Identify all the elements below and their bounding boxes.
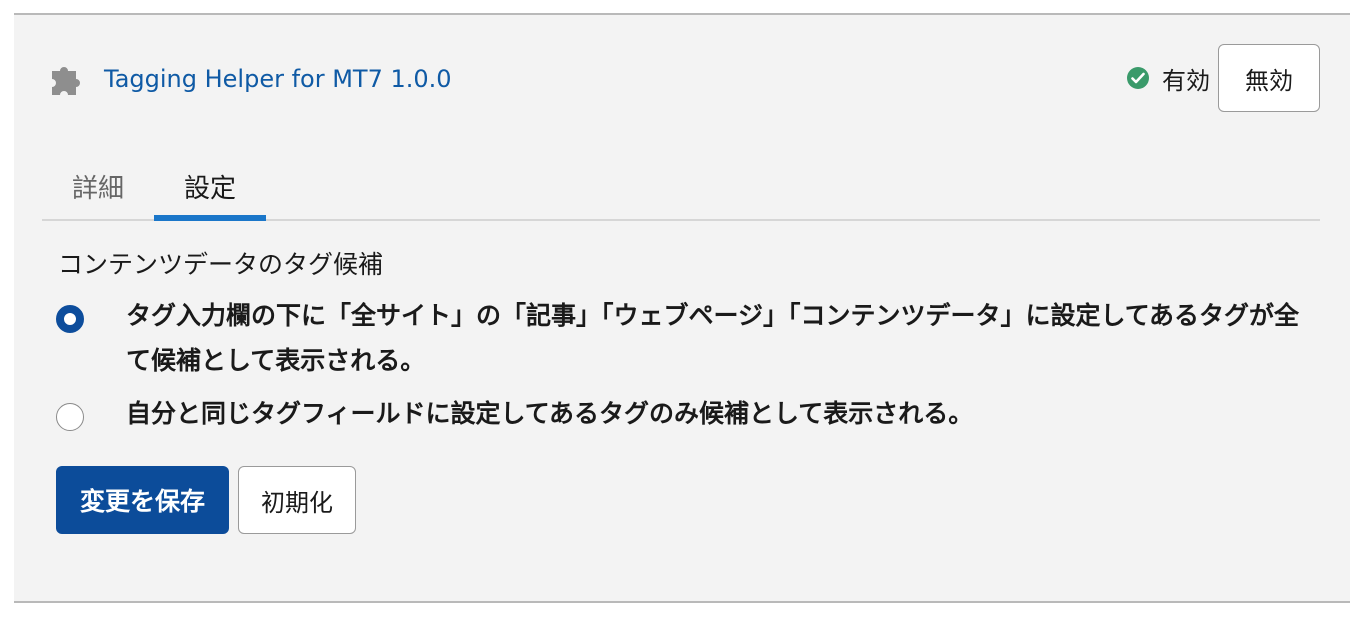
option-label: 自分と同じタグフィールドに設定してあるタグのみ候補として表示される。 xyxy=(126,399,974,428)
radio-button-checked[interactable] xyxy=(56,305,84,333)
status-text: 有効 xyxy=(1162,66,1210,95)
tab-details[interactable]: 詳細 xyxy=(56,153,140,219)
tab-settings[interactable]: 設定 xyxy=(154,153,266,221)
plugin-panel: Tagging Helper for MT7 1.0.0 有効 無効 詳細 設定… xyxy=(14,13,1350,603)
section-title: コンテンツデータのタグ候補 xyxy=(58,250,384,279)
save-button[interactable]: 変更を保存 xyxy=(56,466,230,534)
radio-button-unchecked[interactable] xyxy=(56,403,84,431)
disable-button[interactable]: 無効 xyxy=(1218,44,1320,112)
tag-candidate-option-all[interactable]: タグ入力欄の下に「全サイト」の「記事」「ウェブページ」「コンテンツデータ」に設定… xyxy=(56,301,1306,383)
check-circle-icon xyxy=(1126,66,1150,90)
option-label: タグ入力欄の下に「全サイト」の「記事」「ウェブページ」「コンテンツデータ」に設定… xyxy=(126,301,1300,375)
reset-button[interactable]: 初期化 xyxy=(238,466,357,534)
tab-bar: 詳細 設定 xyxy=(42,153,1320,221)
form-actions: 変更を保存 初期化 xyxy=(56,466,357,534)
plugin-header: Tagging Helper for MT7 1.0.0 xyxy=(46,59,452,99)
plugin-name-link[interactable]: Tagging Helper for MT7 1.0.0 xyxy=(104,65,452,93)
tag-candidate-option-same-field[interactable]: 自分と同じタグフィールドに設定してあるタグのみ候補として表示される。 xyxy=(56,399,1306,436)
puzzle-icon xyxy=(46,59,86,99)
plugin-status: 有効 無効 xyxy=(1126,44,1320,112)
